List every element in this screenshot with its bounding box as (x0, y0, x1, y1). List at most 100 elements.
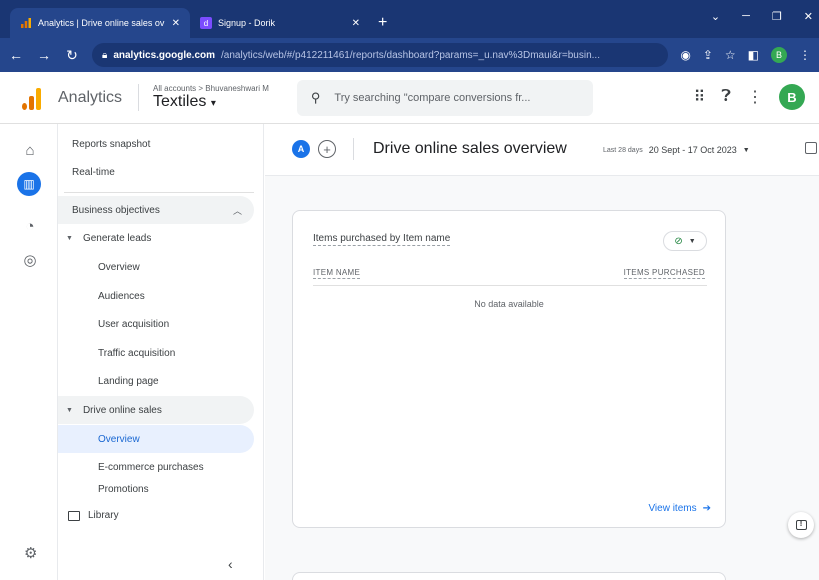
sidebar-item-realtime[interactable]: Real-time (58, 158, 254, 186)
svg-text:d: d (204, 19, 208, 28)
card-title[interactable]: Items purchased by Item name (313, 233, 451, 246)
table-divider (313, 285, 707, 286)
sidebar-item-library[interactable]: Library (68, 510, 119, 521)
analytics-favicon (21, 18, 31, 28)
advertising-icon[interactable]: ◎ (20, 250, 40, 270)
search-box[interactable]: ⚲ (296, 79, 593, 116)
sidebar-item-ecommerce-purchases[interactable]: E-commerce purchases (58, 453, 254, 481)
check-circle-icon: ⊘ (674, 235, 683, 247)
chevron-up-icon: ︿ (232, 205, 242, 216)
browser-profile-icon[interactable]: B (771, 47, 787, 63)
lock-icon: 🔒︎ (102, 49, 108, 61)
browser-tab-analytics[interactable]: Analytics | Drive online sales ov ✕ (10, 8, 190, 38)
app-name: Analytics (58, 88, 123, 106)
google-lens-icon[interactable]: ◉ (680, 48, 690, 62)
feedback-button[interactable]: ! (788, 512, 814, 538)
account-picker[interactable]: All accounts > Bhuvaneshwari M Textiles … (138, 84, 269, 111)
chevron-down-icon: ▾ (210, 98, 216, 109)
header-actions: ⠿ ❓︎ ⋮ B (694, 84, 805, 110)
column-header-items-purchased[interactable]: ITEMS PURCHASED (623, 268, 705, 279)
url-path: /analytics/web/#/p412211461/reports/dash… (221, 49, 600, 61)
next-card (292, 572, 726, 580)
add-comparison-icon[interactable]: + (318, 140, 336, 158)
divider (353, 138, 354, 160)
search-input[interactable] (334, 91, 579, 104)
help-icon[interactable]: ❓︎ (721, 88, 731, 106)
restore-icon[interactable]: ❐ (772, 10, 782, 23)
sidebar-item-overview[interactable]: Overview (58, 253, 254, 281)
browser-tab-bar: Analytics | Drive online sales ov ✕ d Si… (0, 0, 819, 38)
date-range-value: 20 Sept - 17 Oct 2023 (648, 145, 737, 155)
back-icon[interactable]: ← (8, 47, 24, 63)
sidebar-item-overview-selected[interactable]: Overview (58, 425, 254, 453)
sidebar-item-traffic-acquisition[interactable]: Traffic acquisition (58, 339, 254, 367)
close-window-icon[interactable]: ✕ (804, 10, 813, 23)
sidebar-item-audiences[interactable]: Audiences (58, 282, 254, 310)
more-vert-icon[interactable]: ⋮ (747, 87, 763, 107)
library-label: Library (88, 510, 119, 521)
feedback-icon: ! (795, 520, 807, 530)
section-business-objectives[interactable]: Business objectives ︿ (58, 196, 254, 224)
section-label: Business objectives (72, 204, 160, 216)
comparison-chip[interactable]: A (292, 140, 310, 158)
main-content: A + Drive online sales overview Last 28 … (265, 124, 819, 580)
sidebar-item-reports-snapshot[interactable]: Reports snapshot (58, 130, 254, 158)
tab-title: Analytics | Drive online sales ov (38, 18, 165, 28)
customize-report-icon[interactable] (805, 142, 817, 154)
toolbar-icons: ◉ ⇪ ☆ ◧ B ⋮ (680, 47, 811, 63)
chevron-down-icon: ▼ (742, 146, 750, 154)
column-header-item-name[interactable]: ITEM NAME (313, 268, 361, 279)
dorik-favicon: d (200, 17, 212, 29)
side-panel-icon[interactable]: ◧ (748, 48, 759, 62)
browser-menu-icon[interactable]: ⋮ (799, 48, 811, 62)
browser-tab-dorik[interactable]: d Signup - Dorik ✕ (190, 8, 370, 38)
arrow-right-icon: ➔ (702, 503, 711, 514)
sidebar-item-user-acquisition[interactable]: User acquisition (58, 310, 254, 338)
explore-icon[interactable]: ◔ (20, 216, 40, 236)
collapse-sidebar-icon[interactable]: ‹ (228, 556, 233, 572)
tab-title: Signup - Dorik (218, 18, 276, 28)
caret-down-icon: ▼ (66, 234, 73, 242)
close-tab-icon[interactable]: ✕ (172, 18, 180, 29)
browser-toolbar: ← → ↻ 🔒︎ analytics.google.com/analytics/… (0, 38, 819, 72)
url-host: analytics.google.com (113, 49, 216, 61)
sidebar-item-landing-page[interactable]: Landing page (58, 367, 254, 395)
chevron-down-icon: ▼ (688, 237, 696, 245)
data-quality-chip[interactable]: ⊘ ▼ (663, 231, 707, 251)
close-tab-icon[interactable]: ✕ (352, 18, 360, 29)
reports-icon[interactable]: ▥ (17, 172, 41, 196)
tab-search-icon[interactable]: ⌄ (711, 10, 720, 23)
address-bar[interactable]: 🔒︎ analytics.google.com/analytics/web/#/… (92, 43, 669, 67)
forward-icon[interactable]: → (36, 47, 52, 63)
property-selector[interactable]: Textiles ▾ (153, 93, 269, 111)
apps-grid-icon[interactable]: ⠿ (694, 87, 706, 107)
new-tab-button[interactable]: + (370, 8, 395, 38)
group-generate-leads[interactable]: ▼ Generate leads (58, 224, 254, 252)
date-range-label: Last 28 days (603, 146, 643, 154)
minimize-icon[interactable]: ─ (742, 10, 750, 23)
sidebar-item-promotions[interactable]: Promotions (58, 482, 254, 496)
ga-header: Analytics All accounts > Bhuvaneshwari M… (0, 72, 819, 124)
nav-rail: ⌂ ▥ ◔ ◎ ⚙ (0, 124, 58, 580)
account-breadcrumb: All accounts > Bhuvaneshwari M (153, 84, 269, 93)
bookmark-star-icon[interactable]: ☆ (725, 48, 736, 62)
reports-sidenav: Reports snapshot Real-time Business obje… (58, 124, 264, 580)
nav-divider (64, 192, 254, 193)
caret-down-icon: ▼ (66, 406, 73, 414)
group-drive-online-sales[interactable]: ▼ Drive online sales (58, 396, 254, 424)
window-controls: ⌄ ─ ❐ ✕ (711, 10, 813, 23)
admin-gear-icon[interactable]: ⚙ (24, 544, 37, 562)
view-items-link[interactable]: View items ➔ (648, 503, 711, 514)
search-icon: ⚲ (310, 89, 321, 105)
reload-icon[interactable]: ↻ (64, 47, 80, 64)
page-title: Drive online sales overview (373, 140, 567, 157)
items-purchased-card: Items purchased by Item name ⊘ ▼ ITEM NA… (292, 210, 726, 528)
analytics-logo-icon (22, 86, 44, 110)
empty-state-text: No data available (474, 299, 544, 309)
view-items-label: View items (648, 503, 697, 514)
date-range-picker[interactable]: Last 28 days 20 Sept - 17 Oct 2023 ▼ (603, 145, 750, 155)
report-title-bar: A + Drive online sales overview Last 28 … (265, 124, 819, 176)
avatar[interactable]: B (779, 84, 805, 110)
home-icon[interactable]: ⌂ (20, 140, 40, 160)
share-icon[interactable]: ⇪ (703, 48, 713, 62)
